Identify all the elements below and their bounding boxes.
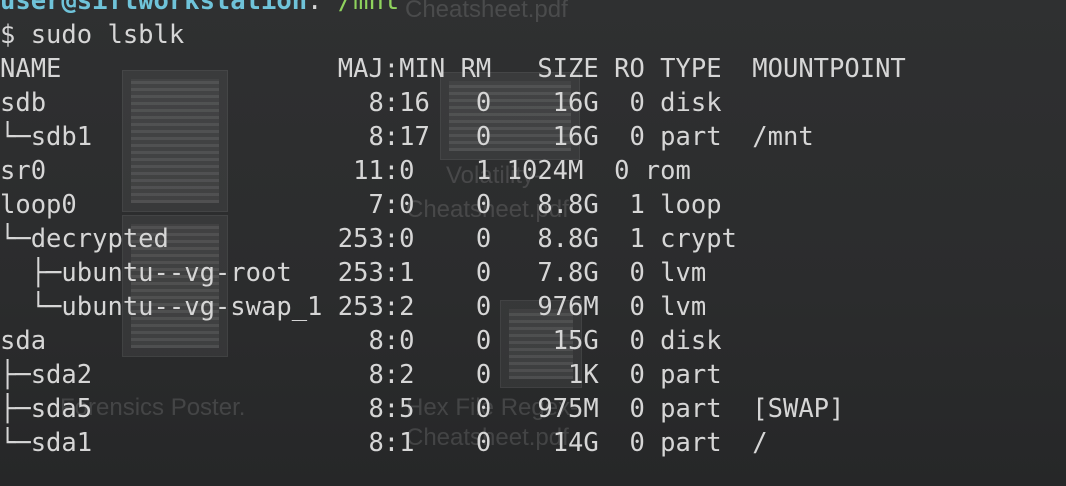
terminal-window[interactable]: Cheatsheet.pdf Volatility- Cheatsheet.pd…	[0, 0, 1066, 486]
lsblk-row-sr0: sr0 11:0 1 1024M 0 rom	[0, 156, 737, 186]
lsblk-header: NAME MAJ:MIN RM SIZE RO TYPE MOUNTPOINT	[0, 54, 906, 84]
lsblk-row-sda2: ├─sda2 8:2 0 1K 0 part	[0, 360, 753, 390]
prompt-cwd: /mnt	[337, 0, 400, 16]
lsblk-row-sda1: └─sda1 8:1 0 14G 0 part /	[0, 428, 768, 458]
terminal-output[interactable]: user@siftworkstation: /mnt $ sudo lsblk …	[0, 0, 906, 460]
lsblk-row-sda: sda 8:0 0 15G 0 disk	[0, 326, 753, 356]
prompt-separator: :	[307, 0, 338, 16]
shell-prompt: user@siftworkstation: /mnt	[0, 0, 906, 18]
lsblk-row-loop0: loop0 7:0 0 8.8G 1 loop	[0, 190, 753, 220]
lsblk-row-decrypted: └─decrypted 253:0 0 8.8G 1 crypt	[0, 224, 753, 254]
lsblk-row-vg-swap: └─ubuntu--vg-swap_1 253:2 0 976M 0 lvm	[0, 292, 753, 322]
prompt-user-host: user@siftworkstation	[0, 0, 308, 16]
lsblk-row-sda5: ├─sda5 8:5 0 975M 0 part [SWAP]	[0, 394, 845, 424]
lsblk-row-vg-root: ├─ubuntu--vg-root 253:1 0 7.8G 0 lvm	[0, 258, 753, 288]
command-line: $ sudo lsblk	[0, 20, 185, 50]
lsblk-row-sdb1: └─sdb1 8:17 0 16G 0 part /mnt	[0, 122, 814, 152]
lsblk-row-sdb: sdb 8:16 0 16G 0 disk	[0, 88, 753, 118]
